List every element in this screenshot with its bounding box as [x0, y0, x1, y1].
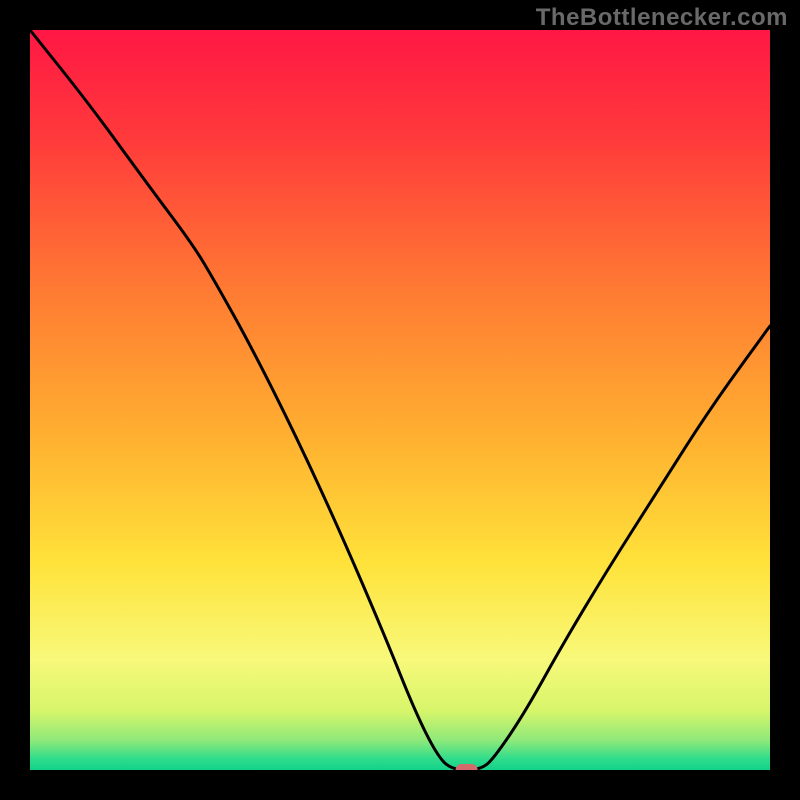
bottleneck-chart [30, 30, 770, 770]
gradient-background [30, 30, 770, 770]
watermark-text: TheBottlenecker.com [536, 4, 788, 32]
optimal-marker [456, 764, 478, 770]
chart-frame: TheBottlenecker.com [0, 0, 800, 800]
plot-area [30, 30, 770, 770]
